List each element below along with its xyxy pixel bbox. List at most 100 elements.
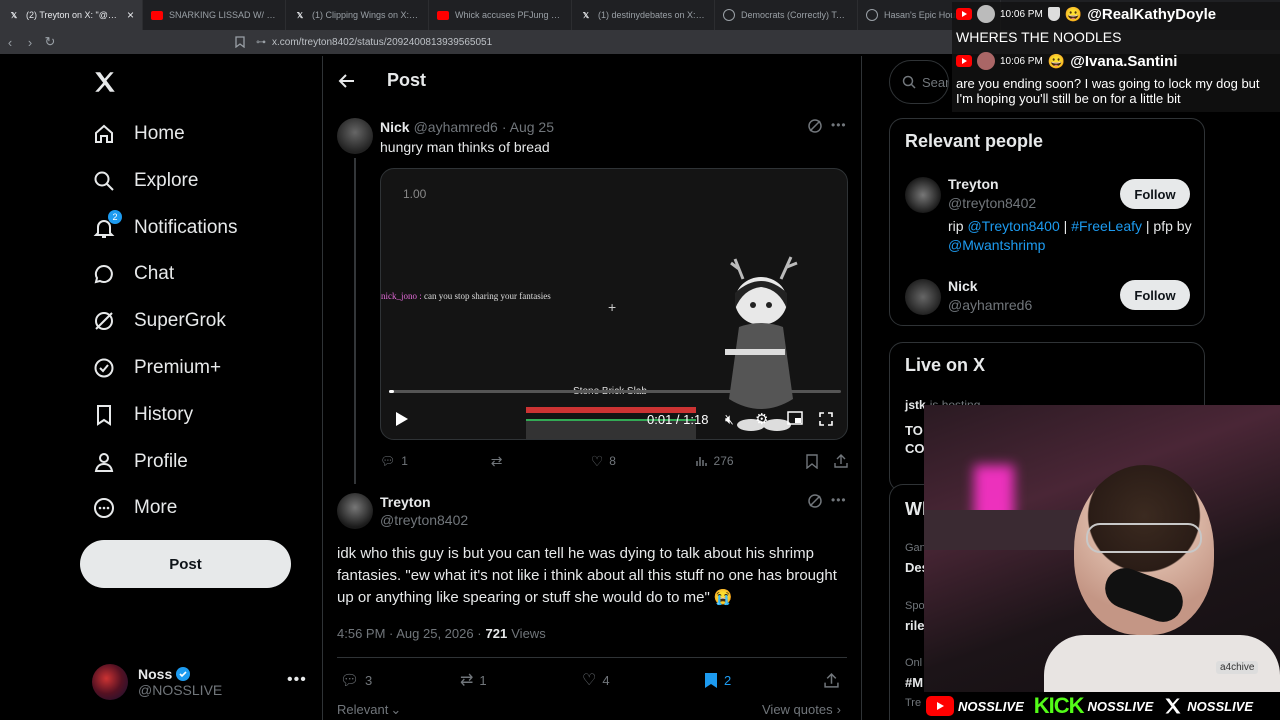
nav-item-premium[interactable]: Premium+ [92,348,221,388]
browser-tab[interactable]: Whick accuses PFJung of eng [429,0,572,30]
share-icon[interactable] [824,672,839,688]
person-name[interactable]: Nick [948,278,978,294]
pip-icon[interactable] [787,411,803,425]
bio-hashtag-link[interactable]: #FreeLeafy [1071,218,1142,234]
post-more-icon[interactable]: ••• [831,118,847,132]
video-player[interactable]: 1.00 nick_jono : can you stop sharing yo… [380,168,848,440]
bookmark-button[interactable]: 2 [704,672,824,689]
post-timestamp[interactable]: 4:56 PM · Aug 25, 2026 · [337,626,482,641]
notification-badge: 2 [108,209,122,224]
url-text: x.com/treyton8402/status/209240081393956… [272,36,493,48]
author-handle[interactable]: @ayhamred6 [414,119,498,135]
browser-tab[interactable]: 𝕏 (2) Treyton on X: "@ayhan × [0,0,143,30]
views-number: 721 [485,626,508,641]
bio-mention-link[interactable]: @Mwantshrimp [948,237,1045,253]
repost-count: 1 [479,672,487,688]
avatar[interactable] [337,493,373,529]
view-quotes-link[interactable]: View quotes › [762,702,841,717]
home-icon [92,122,116,146]
card-title: Live on X [905,355,986,375]
nav-item-explore[interactable]: Explore [92,161,198,201]
kick-logo: KICK [1033,693,1085,718]
like-button[interactable]: ♡ 8 [591,453,696,470]
author-name[interactable]: Treyton [380,494,431,510]
main-action-bar: 💬︎ 3 ⇄ 1 ♡ 4 2 [340,670,846,690]
repost-button[interactable]: ⇄ 1 [460,670,582,690]
nav-item-chat[interactable]: Chat [92,254,174,294]
like-button[interactable]: ♡ 4 [582,670,704,690]
sort-replies-dropdown[interactable]: Relevant ⌄ [337,702,401,718]
browser-tab[interactable]: 𝕏 (1) destinydebates on X: "Jess [572,0,715,30]
tab-title: SNARKING LISSAD W/ FRANK [169,10,277,20]
account-more-icon[interactable]: ••• [287,671,307,689]
grok-icon[interactable] [807,118,823,134]
share-icon[interactable] [834,454,848,468]
avatar[interactable] [905,177,941,213]
views-button[interactable]: 276 [695,454,807,468]
site-settings-icon[interactable]: ⊶ [256,37,266,48]
author-name[interactable]: Nick [380,119,410,135]
repost-button[interactable]: ⇄ [491,453,591,470]
settings-icon[interactable]: ⚙ [755,410,768,428]
nav-item-notifications[interactable]: 2 Notifications [92,208,238,248]
avatar[interactable] [337,118,373,154]
bookmark-icon[interactable] [806,453,834,469]
chat-time: 10:06 PM [1000,8,1043,20]
x-icon [1163,696,1183,716]
browser-tab[interactable]: 𝕏 (1) Clipping Wings on X: "Man [286,0,429,30]
video-progress-track[interactable] [389,390,841,393]
fullscreen-icon[interactable] [819,412,833,426]
trend-name[interactable]: #M [905,675,923,690]
mute-icon[interactable]: 🔇︎ [725,411,734,428]
post-button[interactable]: Post [80,540,291,588]
chat-user: @RealKathyDoyle [1087,5,1217,23]
author-handle[interactable]: @treyton8402 [380,512,468,528]
browser-tab[interactable]: SNARKING LISSAD W/ FRANK [143,0,286,30]
chevron-right-icon: › [836,702,841,717]
like-count: 8 [609,454,616,468]
reply-button[interactable]: 💬︎ 3 [340,671,460,689]
views-label: Views [511,626,546,641]
reload-icon[interactable]: ↻ [40,32,60,52]
person-handle[interactable]: @ayhamred6 [948,297,1032,313]
live-title-fragment[interactable]: TO [905,423,923,438]
reply-icon: 💬︎ [380,454,396,468]
chat-message-header: 10:06 PM 😀 @RealKathyDoyle [956,5,1216,23]
chat-message: WHERES THE NOODLES [956,29,1122,45]
nav-item-profile[interactable]: Profile [92,442,188,482]
tab-title: (1) Clipping Wings on X: "Man [312,10,420,20]
close-tab-icon[interactable]: × [127,8,134,22]
bookmark-page-icon[interactable] [230,32,250,52]
back-arrow-icon[interactable] [338,72,356,90]
nav-item-more[interactable]: More [92,488,177,528]
x-logo-icon[interactable] [92,69,118,95]
person-name[interactable]: Treyton [948,176,999,192]
person-handle[interactable]: @treyton8402 [948,195,1036,211]
trend-name[interactable]: rile [905,618,925,633]
tab-title: Democrats (Correctly) Toss He [741,10,849,20]
account-switcher[interactable]: Noss @NOSSLIVE [92,660,312,704]
reply-button[interactable]: 💬︎ 1 [380,454,491,468]
follow-button[interactable]: Follow [1120,280,1190,310]
video-speed: 1.00 [403,187,427,201]
back-nav-icon[interactable]: ‹ [0,32,20,52]
nav-item-supergrok[interactable]: SuperGrok [92,301,226,341]
live-title-fragment[interactable]: CO [905,441,925,456]
views-icon [695,455,708,467]
page-title: Post [387,70,427,90]
browser-tab[interactable]: Democrats (Correctly) Toss He [715,0,858,30]
grok-icon [92,309,116,333]
follow-button[interactable]: Follow [1120,179,1190,209]
nav-item-home[interactable]: Home [92,114,185,154]
avatar[interactable] [905,279,941,315]
cam-tag: a4chive [1216,661,1259,674]
bio-mention-link[interactable]: @Treyton8400 [967,218,1059,234]
grok-icon[interactable] [807,493,823,509]
forward-nav-icon[interactable]: › [20,32,40,52]
nav-item-history[interactable]: History [92,395,193,435]
post-date[interactable]: · Aug 25 [502,119,554,135]
post-more-icon[interactable]: ••• [831,493,847,507]
play-icon[interactable] [395,411,409,427]
trend-category: Gan [905,542,926,554]
search-input[interactable]: Search [889,60,949,104]
